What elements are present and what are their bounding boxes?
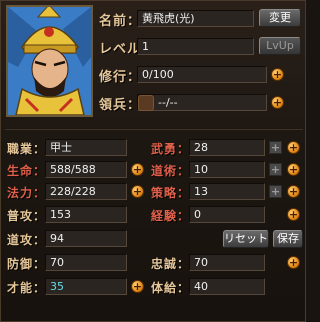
taoism-label: 道術： <box>151 164 191 178</box>
hp-label: 生命： <box>7 164 47 178</box>
name-label: 名前： <box>99 14 142 29</box>
save-button[interactable]: 保存 <box>273 230 303 248</box>
magic-attack-field: 94 <box>45 230 127 247</box>
strategy-add-icon[interactable]: + <box>269 185 282 198</box>
level-field: 1 <box>137 38 254 55</box>
experience-label: 経験： <box>151 209 191 223</box>
experience-plus-icon[interactable]: + <box>287 208 300 221</box>
talent-plus-icon[interactable]: + <box>131 280 144 293</box>
valor-label: 武勇： <box>151 142 191 156</box>
strategy-label: 策略： <box>151 186 191 200</box>
talent-field: 35 <box>45 278 127 295</box>
strategy-field: 13 <box>189 183 265 200</box>
attack-label: 普攻： <box>7 209 47 223</box>
troops-label: 領兵： <box>99 98 142 113</box>
levelup-button[interactable]: LvUp <box>259 37 301 55</box>
stamina-field: 40 <box>189 278 265 295</box>
taoism-plus-icon[interactable]: + <box>287 163 300 176</box>
job-label: 職業： <box>7 142 47 156</box>
experience-field: 0 <box>189 206 265 223</box>
stamina-label: 体給： <box>151 281 191 295</box>
valor-field: 28 <box>189 139 265 156</box>
mp-plus-icon[interactable]: + <box>131 185 144 198</box>
attack-field: 153 <box>45 206 127 223</box>
mp-label: 法力： <box>7 186 47 200</box>
valor-plus-icon[interactable]: + <box>287 141 300 154</box>
troops-item-icon <box>138 95 154 111</box>
magic-attack-label: 道攻： <box>7 233 47 247</box>
taoism-field: 10 <box>189 161 265 178</box>
strategy-plus-icon[interactable]: + <box>287 185 300 198</box>
general-portrait-image <box>8 7 91 115</box>
loyalty-label: 忠誠： <box>151 257 191 271</box>
hp-plus-icon[interactable]: + <box>131 163 144 176</box>
hp-field: 588/588 <box>45 161 127 178</box>
talent-label: 才能： <box>7 281 47 295</box>
mp-field: 228/228 <box>45 183 127 200</box>
taoism-add-icon[interactable]: + <box>269 163 282 176</box>
valor-add-icon[interactable]: + <box>269 141 282 154</box>
loyalty-plus-icon[interactable]: + <box>287 256 300 269</box>
character-status-panel: 名前： 黄飛虎(光) 変更 レベル： 1 LvUp 修行： 0/100 + 領兵… <box>0 0 306 322</box>
character-portrait <box>6 5 93 117</box>
training-label: 修行： <box>99 70 142 85</box>
reset-button[interactable]: リセット <box>223 230 269 248</box>
training-plus-icon[interactable]: + <box>271 68 284 81</box>
rename-button[interactable]: 変更 <box>259 9 301 27</box>
loyalty-field: 70 <box>189 254 265 271</box>
name-field: 黄飛虎(光) <box>137 10 254 27</box>
training-field: 0/100 <box>137 66 267 83</box>
job-field: 甲士 <box>45 139 127 156</box>
troops-plus-icon[interactable]: + <box>271 96 284 109</box>
defense-field: 70 <box>45 254 127 271</box>
defense-label: 防御： <box>7 257 47 271</box>
troops-field: --/-- <box>137 94 267 111</box>
divider <box>5 129 303 130</box>
